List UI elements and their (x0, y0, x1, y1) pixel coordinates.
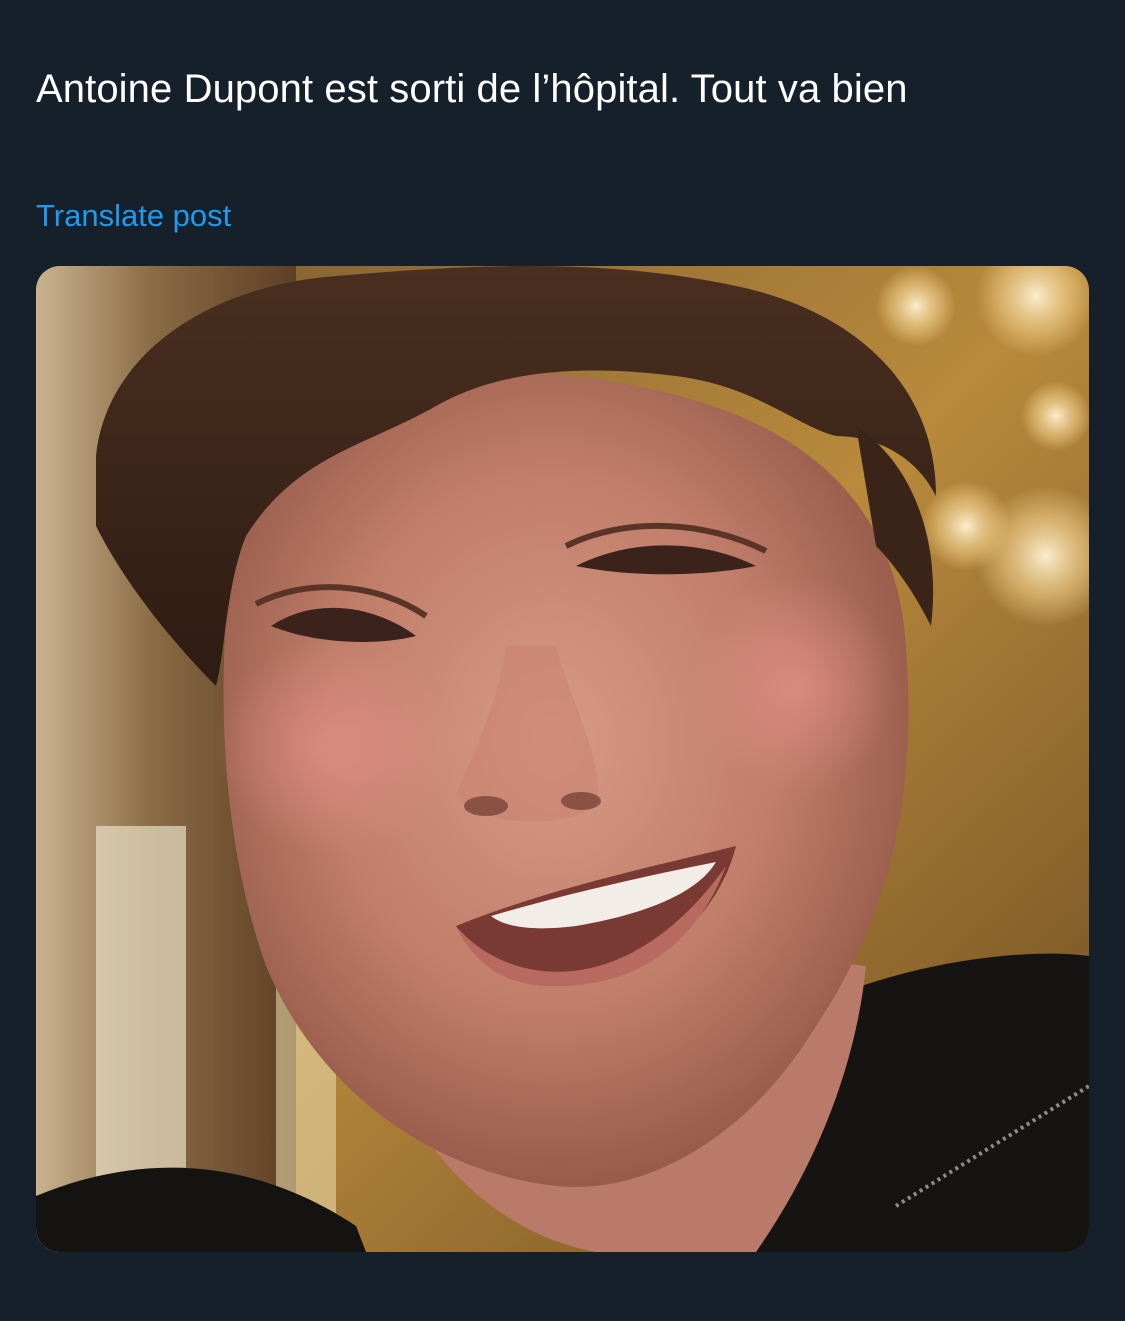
post-text: Antoine Dupont est sorti de l’hôpital. T… (36, 67, 908, 111)
translate-post-link[interactable]: Translate post (36, 196, 231, 236)
post-photo[interactable] (36, 266, 1089, 1252)
post-photo-image (36, 266, 1089, 1252)
post-detail: Antoine Dupont est sorti de l’hôpital. T… (0, 0, 1125, 1321)
